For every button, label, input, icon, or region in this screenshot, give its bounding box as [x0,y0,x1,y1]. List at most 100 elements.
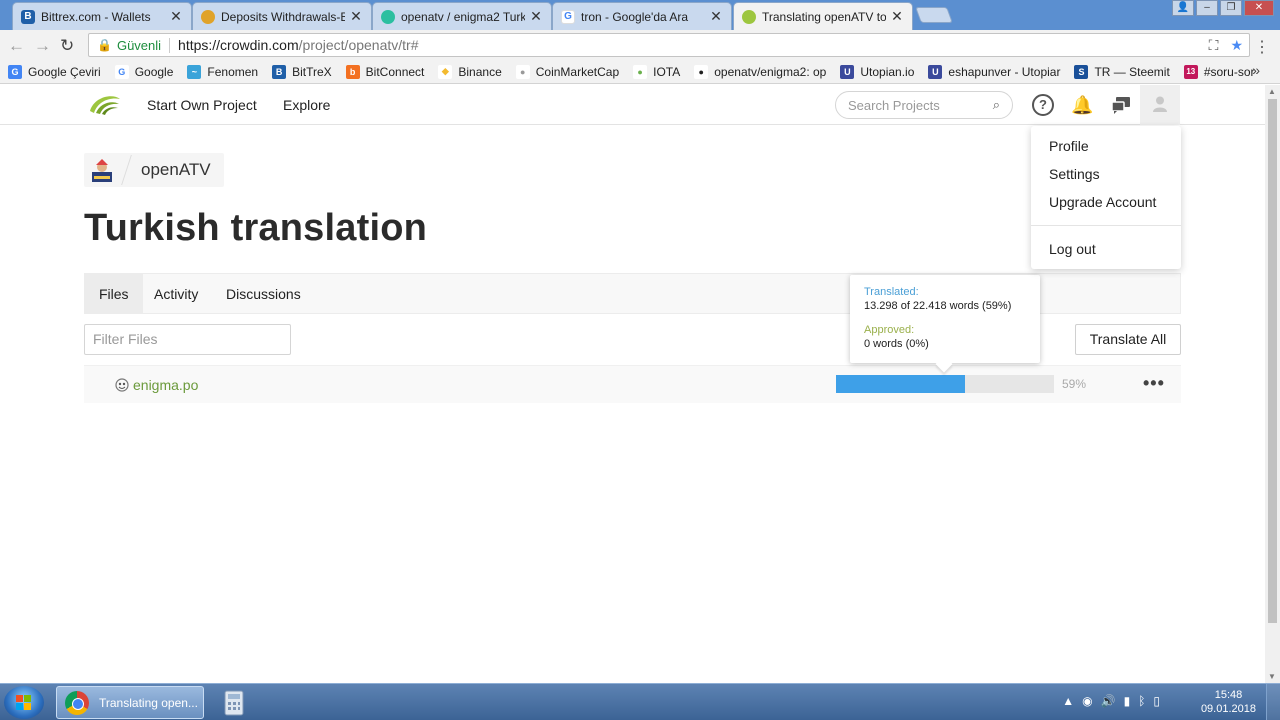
bookmark-item[interactable]: ~ Fenomen [187,64,258,79]
translate-icon[interactable]: ⛶ [1209,37,1219,54]
translated-label: Translated: [864,286,919,298]
search-icon[interactable]: ⌕ [993,97,1000,113]
bookmark-label: BitTreX [292,64,332,79]
utopian-icon: U [928,64,943,79]
search-projects-input[interactable]: Search Projects ⌕ [835,91,1013,119]
close-tab-icon[interactable]: ✕ [709,8,723,25]
bookmark-item[interactable]: b BitConnect [345,64,425,79]
tab-files[interactable]: Files [85,274,143,314]
browser-menu-icon[interactable]: ⋮ [1254,37,1270,57]
file-row[interactable]: enigma.po 59% ••• [84,365,1181,403]
explore-link[interactable]: Explore [283,97,330,113]
browser-tab[interactable]: Deposits Withdrawals-Bi ✕ [192,2,372,30]
help-icon[interactable]: ? [1032,94,1054,116]
progress-percent: 59% [1062,377,1087,391]
battery-icon[interactable]: ▯ [1153,694,1160,708]
system-clock[interactable]: 15:48 09.01.2018 [1201,688,1256,716]
menu-item-profile[interactable]: Profile [1049,138,1089,154]
new-tab-button[interactable] [915,7,953,23]
bookmark-label: eshapunver - Utopiar [948,64,1061,79]
system-tray: ▲ ◉ 🔊 ▮ ᛒ ▯ [1062,694,1160,708]
minimize-icon[interactable]: – [1196,0,1218,16]
google-icon: G [114,64,129,79]
close-tab-icon[interactable]: ✕ [890,8,904,25]
start-own-project-link[interactable]: Start Own Project [147,97,257,113]
tab-discussions[interactable]: Discussions [212,274,315,314]
browser-tab-strip: B Bittrex.com - Wallets ✕ Deposits Withd… [0,0,1280,30]
taskbar-chrome-window[interactable]: Translating open... [56,686,204,719]
bookmark-item[interactable]: ◆ Binance [438,64,502,79]
show-desktop-button[interactable] [1266,684,1280,720]
crowdin-logo-icon[interactable] [86,91,122,119]
menu-item-settings[interactable]: Settings [1049,166,1100,182]
menu-item-logout[interactable]: Log out [1049,241,1096,257]
more-bookmarks-icon[interactable]: » [1252,62,1260,78]
browser-tab[interactable]: B Bittrex.com - Wallets ✕ [12,2,192,30]
restore-icon[interactable]: ❐ [1220,0,1242,16]
start-button[interactable] [4,686,44,719]
filter-files-input[interactable]: Filter Files [84,324,291,355]
bookmark-label: IOTA [653,64,681,79]
user-avatar-icon [1153,96,1167,112]
bookmark-item[interactable]: S TR — Steemit [1074,64,1170,79]
calculator-icon[interactable] [220,689,248,717]
search-placeholder: Search Projects [848,97,940,113]
url-text[interactable]: https://crowdin.com/project/openatv/tr# [178,37,418,53]
crowdin-favicon-icon [742,9,756,24]
file-name-link[interactable]: enigma.po [133,377,198,393]
close-tab-icon[interactable]: ✕ [529,8,543,25]
window-close-icon[interactable]: ✕ [1244,0,1274,16]
reload-icon[interactable]: ↻ [60,36,74,56]
url-path: /project/openatv/tr# [298,37,419,53]
bookmark-item[interactable]: ● openatv/enigma2: op [694,64,826,79]
bookmark-label: Google [134,64,174,79]
tray-app-icon[interactable]: ◉ [1082,694,1092,708]
scroll-down-icon[interactable]: ▼ [1268,672,1276,681]
browser-tab[interactable]: G tron - Google'da Ara ✕ [552,2,732,30]
user-profile-icon[interactable]: 👤 [1172,0,1194,16]
browser-toolbar: ← → ↻ 🔒 Güvenli https://crowdin.com/proj… [0,30,1280,60]
translation-progress-bar[interactable] [836,375,1054,393]
secure-label: Güvenli [117,37,171,53]
bookmark-item[interactable]: U Utopian.io [840,64,914,79]
bookmark-item[interactable]: B BitTreX [272,64,332,79]
bookmark-item[interactable]: G Google [114,64,174,79]
network-icon[interactable]: ▮ [1124,694,1131,708]
messages-icon[interactable] [1110,94,1132,116]
bookmark-item[interactable]: ● IOTA [633,64,681,79]
bookmark-label: CoinMarketCap [535,64,620,79]
translate-all-button[interactable]: Translate All [1075,324,1181,355]
bookmark-item[interactable]: 13 #soru-sor [1183,64,1255,79]
back-arrow-icon[interactable]: ← [8,36,25,56]
bookmark-star-icon[interactable]: ★ [1230,37,1243,54]
close-tab-icon[interactable]: ✕ [169,8,183,25]
crowdin-header: Start Own Project Explore Search Project… [0,85,1265,125]
bookmark-item[interactable]: G Google Çeviri [8,64,101,79]
scroll-up-icon[interactable]: ▲ [1268,87,1276,96]
menu-item-upgrade-account[interactable]: Upgrade Account [1049,194,1156,210]
project-name[interactable]: openATV [141,160,211,180]
bookmark-label: Binance [458,64,502,79]
notifications-bell-icon[interactable]: 🔔 [1071,94,1093,116]
browser-tab[interactable]: openatv / enigma2 Turki ✕ [372,2,552,30]
bluetooth-icon[interactable]: ᛒ [1138,694,1145,708]
bookmark-label: BitConnect [365,64,425,79]
scrollbar-thumb[interactable] [1268,99,1277,623]
breadcrumb-separator [121,155,132,185]
tray-expand-icon[interactable]: ▲ [1062,694,1074,708]
address-bar-actions: ⛶ ★ [1209,37,1243,54]
bookmark-item[interactable]: Ueshapunver - Utopiar [928,64,1061,79]
bookmark-item[interactable]: ● CoinMarketCap [515,64,620,79]
bookmark-label: #soru-sor [1203,64,1255,79]
browser-tab-active[interactable]: Translating openATV to T ✕ [733,2,913,30]
volume-icon[interactable]: 🔊 [1101,694,1116,708]
page-scrollbar[interactable]: ▲ ▼ [1265,85,1280,683]
windows-logo-icon [16,695,31,710]
close-tab-icon[interactable]: ✕ [349,8,363,25]
project-breadcrumb[interactable]: openATV [84,153,224,187]
forward-arrow-icon[interactable]: → [34,36,51,56]
file-actions-menu-icon[interactable]: ••• [1143,373,1165,394]
user-avatar-button[interactable] [1140,85,1180,125]
address-bar[interactable]: 🔒 Güvenli https://crowdin.com/project/op… [88,33,1250,57]
tab-activity[interactable]: Activity [140,274,212,314]
